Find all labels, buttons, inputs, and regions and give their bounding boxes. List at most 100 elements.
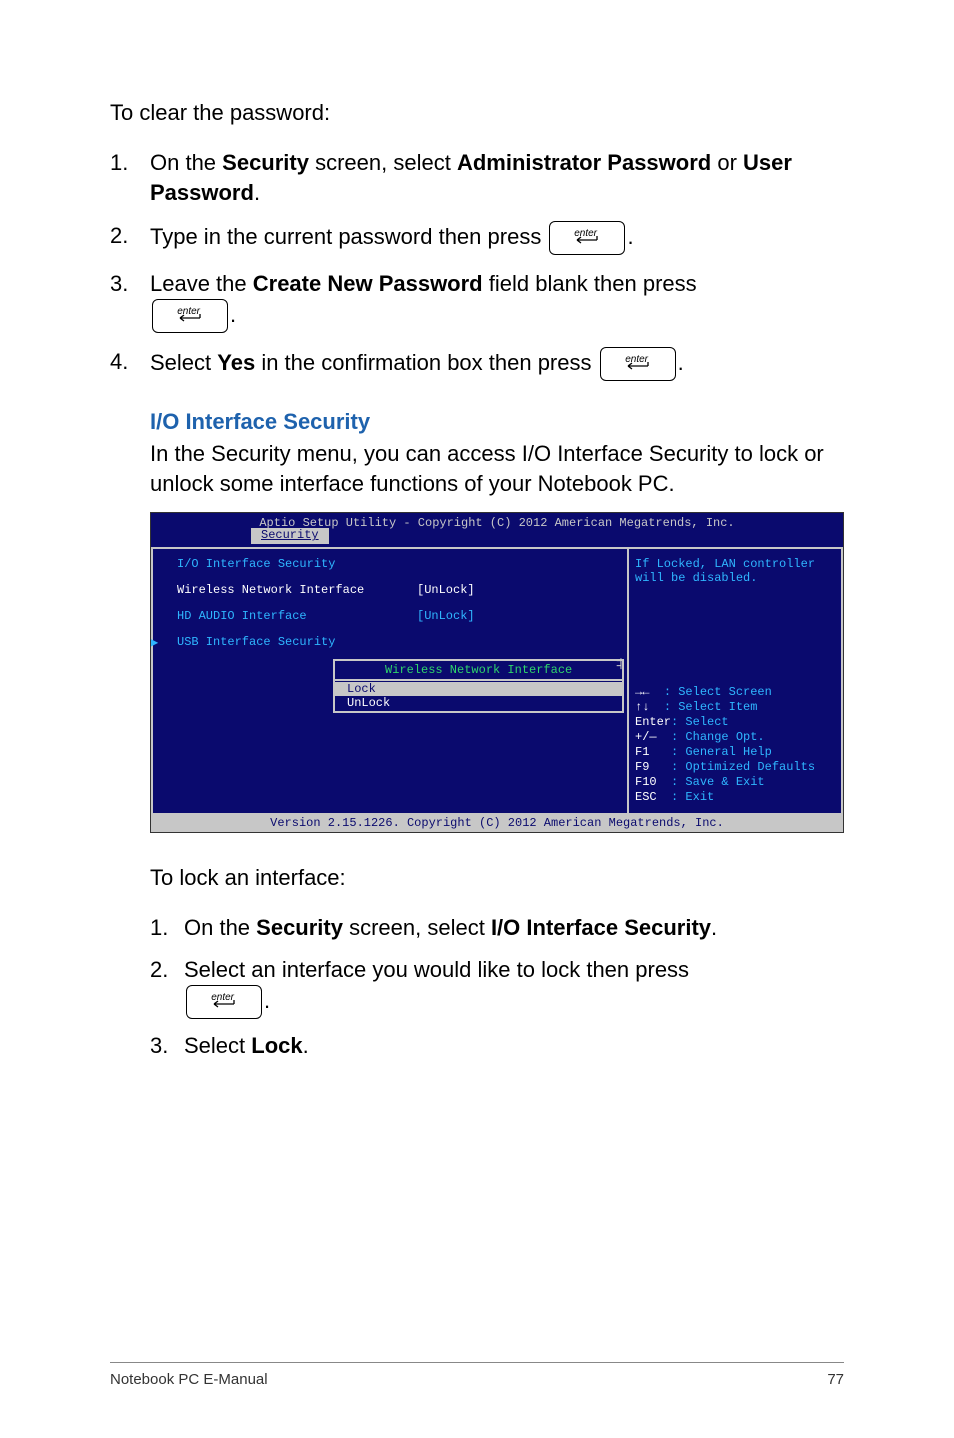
step-3: 3. Leave the Create New Password field b… [110,269,844,333]
footer-page-number: 77 [827,1371,844,1388]
bold-term: Security [222,150,309,175]
help-key: ↑↓ [635,700,649,714]
text-fragment: Select [184,1033,251,1058]
help-desc: : General Help [671,745,772,759]
bios-popup-option-unlock: UnLock [335,696,622,710]
step-number: 1. [110,148,150,207]
help-desc: : Select [671,715,729,729]
bios-popup: ┐ ┘ Wireless Network Interface Lock UnLo… [333,659,624,713]
help-desc: : Exit [671,790,714,804]
help-key: Enter [635,715,671,729]
bios-right-panel: If Locked, LAN controller will be disabl… [627,549,843,815]
text-fragment: . [254,180,260,205]
page-footer: Notebook PC E-Manual 77 [110,1362,844,1388]
step-number: 2. [150,955,184,1019]
help-desc: : Save & Exit [671,775,765,789]
text-fragment: screen, select [343,915,491,940]
enter-key-icon: enter [152,299,228,333]
step-text: On the Security screen, select I/O Inter… [184,913,717,943]
enter-key-icon: enter [186,985,262,1019]
bold-term: Security [256,915,343,940]
text-fragment: On the [150,150,222,175]
step-number: 3. [110,269,150,333]
bios-popup-title: Wireless Network Interface [335,661,622,679]
caret-right-icon: ▶ [151,635,158,650]
bios-popup-option-lock: Lock [335,682,622,696]
bold-term: Create New Password [253,271,483,296]
bios-left-panel: I/O Interface Security Wireless Network … [151,549,627,815]
step-text: Leave the Create New Password field blan… [150,269,844,333]
help-key: F9 [635,760,649,774]
text-fragment: . [711,915,717,940]
step-number: 4. [110,347,150,381]
lock-interface-intro: To lock an interface: [110,865,844,891]
text-fragment: field blank then press [483,271,697,296]
help-key: F1 [635,745,649,759]
bios-footer: Version 2.15.1226. Copyright (C) 2012 Am… [151,815,843,832]
help-key: +/— [635,730,657,744]
help-desc: : Change Opt. [671,730,765,744]
bios-panel-heading: I/O Interface Security [165,557,615,571]
step-text: On the Security screen, select Administr… [150,148,844,207]
bold-term: Lock [251,1033,302,1058]
help-key: →← [635,685,649,699]
step-number: 1. [150,913,184,943]
text-fragment: Type in the current password then press [150,224,547,249]
step-4: 4. Select Yes in the confirmation box th… [110,347,844,381]
step-text: Select an interface you would like to lo… [184,955,689,1019]
bios-popup-body: Lock UnLock [333,679,624,713]
svg-text:enter: enter [625,354,648,365]
svg-text:enter: enter [575,228,598,239]
bios-row-value: [UnLock] [417,609,475,623]
bold-term: Yes [217,350,255,375]
bios-row-hdaudio: HD AUDIO Interface [UnLock] [165,609,615,623]
step-text: Type in the current password then press … [150,221,844,255]
text-fragment: . [303,1033,309,1058]
clear-password-intro: To clear the password: [110,100,844,126]
text-fragment: in the confirmation box then press [255,350,597,375]
footer-left: Notebook PC E-Manual [110,1371,268,1388]
text-fragment: Select an interface you would like to lo… [184,957,689,982]
bios-key-help: →← : Select Screen ↑↓ : Select Item Ente… [635,685,835,805]
bios-body: I/O Interface Security Wireless Network … [151,547,843,815]
bios-help-text: If Locked, LAN controller [635,557,835,571]
step-2: 2. Select an interface you would like to… [150,955,844,1019]
text-fragment: Leave the [150,271,253,296]
svg-text:enter: enter [177,306,200,317]
clear-password-steps: 1. On the Security screen, select Admini… [110,148,844,381]
bios-screenshot: Aptio Setup Utility - Copyright (C) 2012… [150,512,844,833]
enter-key-icon: enter [600,347,676,381]
bios-header: Aptio Setup Utility - Copyright (C) 2012… [151,513,843,547]
io-interface-security-desc: In the Security menu, you can access I/O… [110,439,844,498]
bios-row-label: HD AUDIO Interface [177,609,417,623]
help-desc: : Select Screen [664,685,772,699]
step-1: 1. On the Security screen, select I/O In… [150,913,844,943]
bios-row-value: [UnLock] [417,583,475,597]
help-key: ESC [635,790,657,804]
lock-interface-steps: 1. On the Security screen, select I/O In… [110,913,844,1060]
popup-corner-icon: ┘ [617,663,625,671]
step-number: 3. [150,1031,184,1061]
text-fragment: screen, select [309,150,457,175]
text-fragment: On the [184,915,256,940]
bios-row-label: USB Interface Security [177,635,417,649]
help-desc: : Select Item [664,700,758,714]
step-2: 2. Type in the current password then pre… [110,221,844,255]
step-number: 2. [110,221,150,255]
text-fragment: Select [150,350,217,375]
help-desc: : Optimized Defaults [671,760,815,774]
step-text: Select Yes in the confirmation box then … [150,347,844,381]
bios-row-label: Wireless Network Interface [177,583,417,597]
step-1: 1. On the Security screen, select Admini… [110,148,844,207]
step-3: 3. Select Lock. [150,1031,844,1061]
bios-row-usb: ▶ USB Interface Security [165,635,615,649]
bios-row-wireless: Wireless Network Interface [UnLock] [165,583,615,597]
io-interface-security-heading: I/O Interface Security [110,409,844,435]
bios-tab-security: Security [251,528,329,543]
text-fragment: or [711,150,743,175]
bios-help-text: will be disabled. [635,571,835,585]
svg-text:enter: enter [211,992,234,1003]
enter-key-icon: enter [549,221,625,255]
help-key: F10 [635,775,657,789]
step-text: Select Lock. [184,1031,309,1061]
